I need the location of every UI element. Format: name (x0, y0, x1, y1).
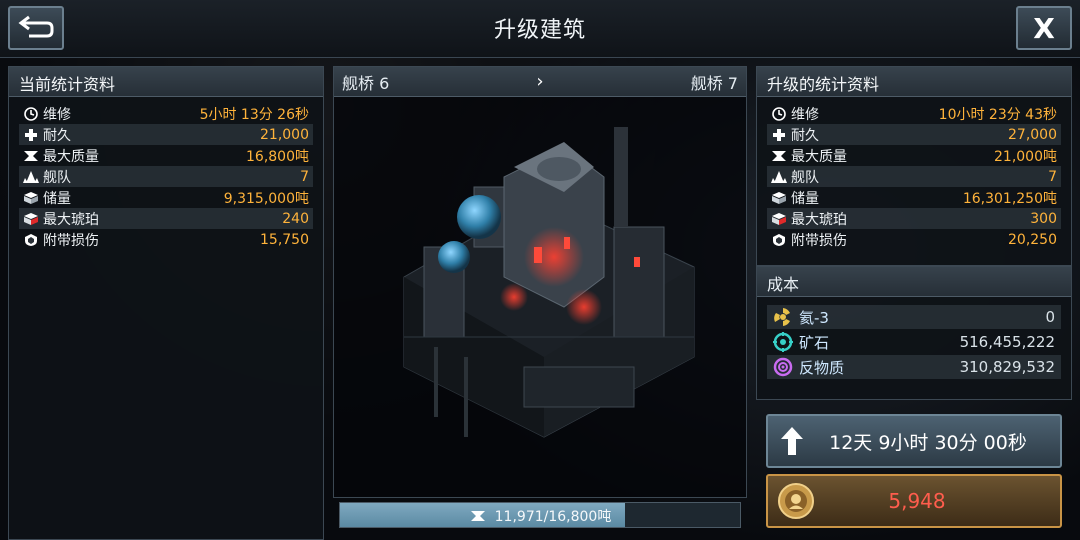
current-stat-label: 舰队 (43, 169, 71, 186)
storage-icon (771, 190, 787, 206)
cost-label: 氦-3 (799, 308, 829, 327)
upgraded-stat-row: 最大琥珀 300 (767, 208, 1061, 229)
plus-icon (771, 127, 787, 143)
current-stat-row: 最大质量 16,800吨 (19, 145, 313, 166)
current-stat-row: 耐久 21,000 (19, 124, 313, 145)
amber-icon (23, 211, 39, 227)
weight-icon (771, 148, 787, 164)
cost-title: 成本 (757, 267, 1071, 297)
current-stat-row: 舰队 7 (19, 166, 313, 187)
upgraded-stat-row: 附带损伤 20,250 (767, 229, 1061, 250)
current-stat-value: 16,800吨 (246, 148, 309, 165)
capacity-bar: 11,971/16,800吨 (339, 502, 741, 528)
upgraded-stat-row: 舰队 7 (767, 166, 1061, 187)
clock-icon (771, 106, 787, 122)
upgraded-stat-value: 7 (1048, 168, 1057, 185)
upgraded-stats-panel: 升级的统计资料 维修 10小时 23分 43秒耐久 27,000 最大质量 21,000… (756, 66, 1072, 266)
upgraded-stat-value: 300 (1030, 210, 1057, 227)
close-button[interactable]: X (1016, 6, 1072, 50)
gold-coin-icon (768, 482, 824, 520)
current-stat-row: 维修 5小时 13分 26秒 (19, 103, 313, 124)
close-icon: X (1033, 11, 1055, 45)
upgraded-stat-label: 最大琥珀 (791, 211, 847, 228)
capacity-text: 11,971/16,800吨 (340, 506, 740, 526)
current-stat-value: 7 (300, 168, 309, 185)
current-stat-label: 最大琥珀 (43, 211, 99, 228)
storage-icon (23, 190, 39, 206)
upgraded-stat-label: 附带损伤 (791, 232, 847, 249)
upgraded-stat-row: 储量 16,301,250吨 (767, 187, 1061, 208)
current-stat-label: 维修 (43, 106, 71, 123)
cost-label: 矿石 (799, 333, 830, 352)
weight-icon (470, 511, 485, 521)
cost-row: 氦-3 0 (767, 305, 1061, 329)
cost-label: 反物质 (799, 358, 845, 377)
next-level-label: 舰桥 7 (690, 73, 738, 93)
space-station-image (403, 127, 695, 438)
upgraded-stat-label: 维修 (791, 106, 819, 123)
upgrade-button[interactable]: 12天 9小时 30分 00秒 (766, 414, 1062, 468)
current-stat-label: 耐久 (43, 127, 71, 144)
ore-icon (773, 332, 793, 352)
upgraded-stat-value: 10小时 23分 43秒 (938, 106, 1057, 123)
level-header: 舰桥 6 › 舰桥 7 (334, 67, 746, 97)
fleet-icon (23, 169, 39, 185)
amber-icon (771, 211, 787, 227)
building-preview: 舰桥 6 › 舰桥 7 (333, 66, 747, 498)
upgraded-stat-row: 最大质量 21,000吨 (767, 145, 1061, 166)
chevron-right-icon: › (536, 71, 544, 92)
plus-icon (23, 127, 39, 143)
shield-icon (771, 232, 787, 248)
current-stats-panel: 当前统计资料 维修 5小时 13分 26秒 耐久 21,000 最大质量 16,800吨舰… (8, 66, 324, 540)
cost-panel: 成本 氦-3 0 矿石 516,455,222 反物质 310,829,532 (756, 266, 1072, 400)
clock-icon (23, 106, 39, 122)
current-stats-title: 当前统计资料 (9, 67, 323, 97)
arrow-up-icon (768, 425, 816, 457)
helium-icon (773, 307, 793, 327)
current-stat-value: 240 (282, 210, 309, 227)
instant-price: 5,948 (888, 489, 946, 513)
upgraded-stat-value: 16,301,250吨 (962, 190, 1057, 207)
top-bar: 升级建筑 X (0, 0, 1080, 58)
upgraded-stat-value: 20,250 (1008, 231, 1057, 248)
upgraded-stat-label: 耐久 (791, 127, 819, 144)
upgraded-stats-title: 升级的统计资料 (757, 67, 1071, 97)
cost-row: 反物质 310,829,532 (767, 355, 1061, 379)
upgraded-stat-label: 储量 (791, 190, 819, 207)
current-stat-row: 储量 9,315,000吨 (19, 187, 313, 208)
cost-value: 310,829,532 (959, 358, 1055, 376)
antimatter-icon (773, 357, 793, 377)
current-stat-value: 21,000 (260, 126, 309, 143)
page-title: 升级建筑 (493, 18, 586, 43)
cost-row: 矿石 516,455,222 (767, 330, 1061, 354)
cost-value: 516,455,222 (959, 333, 1055, 351)
upgraded-stat-label: 舰队 (791, 169, 819, 186)
current-stat-value: 9,315,000吨 (223, 190, 309, 207)
upgraded-stat-value: 27,000 (1008, 126, 1057, 143)
cost-list: 氦-3 0 矿石 516,455,222 反物质 310,829,532 (757, 297, 1071, 379)
shield-icon (23, 232, 39, 248)
capacity-value: 11,971/16,800吨 (494, 509, 612, 525)
upgraded-stat-value: 21,000吨 (994, 148, 1057, 165)
cost-value: 0 (1045, 308, 1055, 326)
current-stat-row: 最大琥珀 240 (19, 208, 313, 229)
fleet-icon (771, 169, 787, 185)
current-stat-value: 15,750 (260, 231, 309, 248)
weight-icon (23, 148, 39, 164)
current-stat-label: 附带损伤 (43, 232, 99, 249)
upgraded-stats-list: 维修 10小时 23分 43秒耐久 27,000 最大质量 21,000吨舰队 7 储量 16… (757, 97, 1071, 250)
instant-upgrade-button[interactable]: 5,948 (766, 474, 1062, 528)
current-stat-value: 5小时 13分 26秒 (199, 106, 309, 123)
current-stat-row: 附带损伤 15,750 (19, 229, 313, 250)
current-level-label: 舰桥 6 (342, 73, 390, 93)
current-stats-list: 维修 5小时 13分 26秒耐久 21,000 最大质量 16,800吨舰队 7 储量 9,3… (9, 97, 323, 250)
upgrade-time-label: 12天 9小时 30分 00秒 (829, 431, 1027, 454)
current-stat-label: 储量 (43, 190, 71, 207)
upgraded-stat-row: 耐久 27,000 (767, 124, 1061, 145)
upgraded-stat-row: 维修 10小时 23分 43秒 (767, 103, 1061, 124)
current-stat-label: 最大质量 (43, 148, 99, 165)
upgraded-stat-label: 最大质量 (791, 148, 847, 165)
